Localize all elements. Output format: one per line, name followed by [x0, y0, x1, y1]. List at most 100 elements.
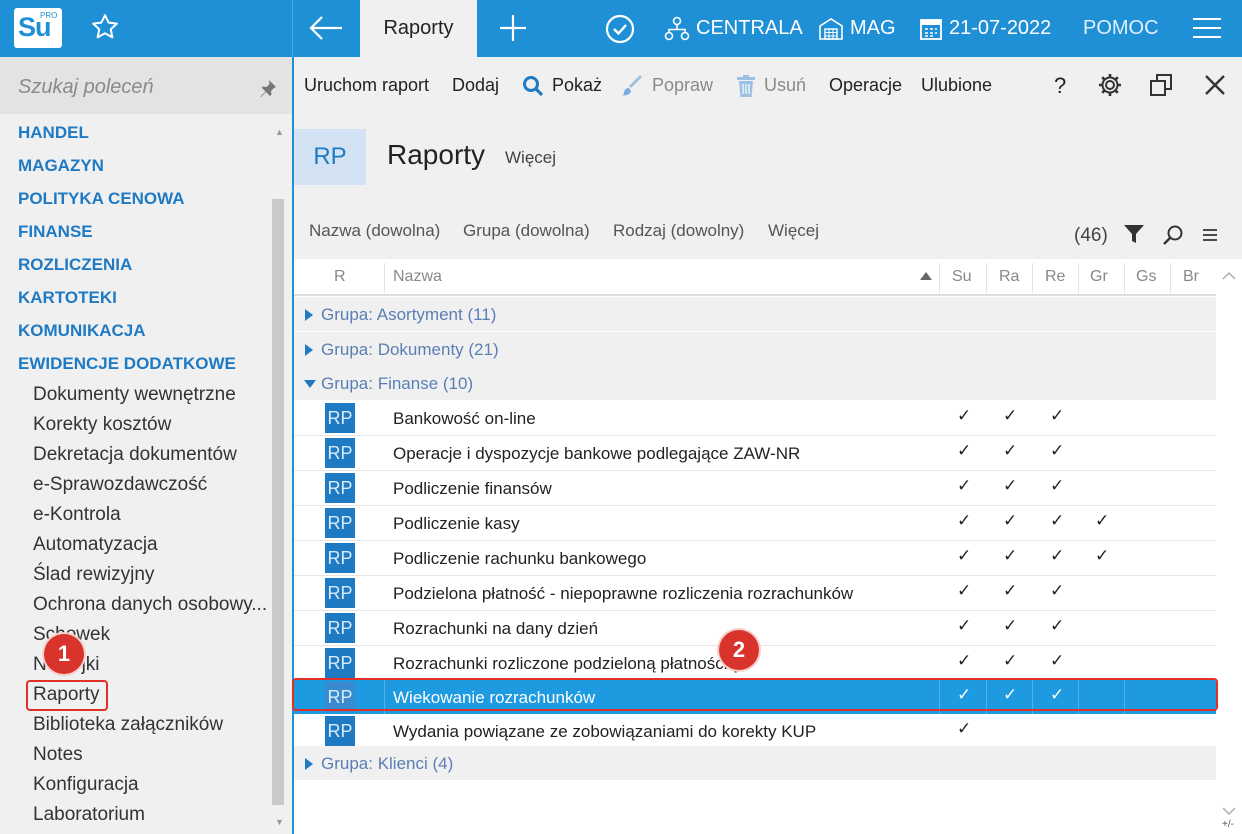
filter-more[interactable]: Więcej [768, 221, 819, 241]
nav-section-finanse[interactable]: FINANSE [18, 222, 93, 242]
col-header-r[interactable]: R [334, 268, 346, 286]
group-row-finanse[interactable]: Grupa: Finanse (10) [294, 366, 1216, 400]
nav-section-magazyn[interactable]: MAGAZYN [18, 156, 104, 176]
col-header-su[interactable]: Su [952, 268, 972, 286]
nav-section-rozliczenia[interactable]: ROZLICZENIA [18, 255, 132, 275]
nav-section-ewidencje-dodatkowe[interactable]: EWIDENCJE DODATKOWE [18, 354, 236, 374]
toolbar: Uruchom raport Dodaj Pokaż Popraw Usuń O… [294, 57, 1242, 114]
expand-collapse-toggle[interactable]: +/- [1222, 819, 1234, 830]
table-row[interactable]: RP Podliczenie rachunku bankowego ✓ ✓ ✓ … [294, 541, 1216, 575]
sort-ascending-icon[interactable] [920, 272, 932, 280]
table-row[interactable]: RP Operacje i dyspozycje bankowe podlega… [294, 436, 1216, 470]
sidebar-item-laboratorium[interactable]: Laboratorium [33, 804, 145, 826]
edit-label: Popraw [652, 75, 714, 95]
run-report-button[interactable]: Uruchom raport [304, 57, 429, 114]
list-menu-icon[interactable] [1202, 228, 1218, 247]
filter-name[interactable]: Nazwa (dowolna) [309, 221, 440, 241]
group-row-dokumenty[interactable]: Grupa: Dokumenty (21) [294, 332, 1216, 366]
search-icon[interactable] [1162, 224, 1184, 251]
chevron-up-icon[interactable] [1222, 271, 1236, 281]
expand-icon[interactable] [305, 758, 313, 770]
check-gr: ✓ [1095, 511, 1110, 530]
date-selector[interactable]: 21-07-2022 [919, 0, 1051, 57]
group-label: Grupa: Asortyment (11) [321, 305, 497, 324]
table-row[interactable]: RP Podliczenie kasy ✓ ✓ ✓ ✓ [294, 506, 1216, 540]
sidebar-item-biblioteka-zalacznikow[interactable]: Biblioteka załączników [33, 714, 223, 736]
callout-2: 2 [719, 630, 759, 670]
row-name: Podliczenie rachunku bankowego [393, 549, 647, 568]
help-link[interactable]: POMOC [1083, 0, 1159, 57]
table-scrollbar[interactable] [1216, 259, 1242, 834]
sidebar-item-slad-rewizyjny[interactable]: Ślad rewizyjny [33, 564, 154, 586]
col-header-gr[interactable]: Gr [1090, 268, 1108, 286]
group-row-klienci[interactable]: Grupa: Klienci (4) [294, 746, 1216, 780]
group-row-asortyment[interactable]: Grupa: Asortyment (11) [294, 297, 1216, 331]
operations-button[interactable]: Operacje [829, 57, 902, 114]
sidebar-item-dokumenty-wewnetrzne[interactable]: Dokumenty wewnętrzne [33, 384, 236, 406]
col-header-gs[interactable]: Gs [1136, 268, 1156, 286]
sidebar-item-dekretacja[interactable]: Dekretacja dokumentów [33, 444, 237, 466]
restore-window-icon[interactable] [1149, 73, 1173, 102]
filter-kind[interactable]: Rodzaj (dowolny) [613, 221, 744, 241]
back-arrow-icon[interactable] [306, 10, 346, 51]
sidebar-item-e-sprawozdawczosc[interactable]: e-Sprawozdawczość [33, 474, 207, 496]
expand-icon[interactable] [305, 309, 313, 321]
sidebar-item-korekty-kosztow[interactable]: Korekty kosztów [33, 414, 171, 436]
branch-selector[interactable]: CENTRALA [664, 0, 803, 57]
collapse-icon[interactable] [304, 380, 316, 388]
expand-icon[interactable] [305, 344, 313, 356]
sidebar-item-konfiguracja[interactable]: Konfiguracja [33, 774, 139, 796]
favorites-button[interactable]: Ulubione [921, 57, 992, 114]
filter-funnel-icon[interactable] [1124, 224, 1144, 249]
top-bar: Su PRO Raporty CENTRALA MAG 21-07-2022 P… [0, 0, 1242, 57]
check-circle-icon[interactable] [604, 13, 636, 50]
sidebar-item-e-kontrola[interactable]: e-Kontrola [33, 504, 121, 526]
filter-group[interactable]: Grupa (dowolna) [463, 221, 590, 241]
org-chart-icon [664, 16, 690, 41]
col-header-nazwa[interactable]: Nazwa [393, 268, 442, 286]
col-header-re[interactable]: Re [1045, 268, 1065, 286]
show-button[interactable]: Pokaż [522, 57, 602, 114]
sidebar-item-ochrona-danych[interactable]: Ochrona danych osobowy... [33, 594, 267, 616]
help-button[interactable]: ? [1054, 57, 1066, 114]
search-input[interactable] [18, 75, 248, 99]
page-title: Raporty [387, 139, 486, 170]
table-row[interactable]: RP Bankowość on-line ✓ ✓ ✓ [294, 401, 1216, 435]
col-header-br[interactable]: Br [1183, 268, 1199, 286]
star-icon[interactable] [90, 12, 120, 47]
scroll-down-arrow[interactable]: ▼ [275, 817, 284, 827]
warehouse-selector[interactable]: MAG [818, 0, 896, 57]
report-icon: RP [325, 716, 355, 746]
table-row[interactable]: RP Podliczenie finansów ✓ ✓ ✓ [294, 471, 1216, 505]
edit-button[interactable]: Popraw [622, 57, 713, 114]
check-ra: ✓ [1003, 476, 1018, 495]
header-more-link[interactable]: Więcej [505, 148, 556, 168]
hamburger-menu-icon[interactable] [1192, 14, 1222, 47]
plus-icon[interactable] [497, 12, 529, 49]
delete-button[interactable]: Usuń [736, 57, 806, 114]
app-logo[interactable]: Su PRO [14, 8, 62, 48]
add-button[interactable]: Dodaj [452, 57, 499, 114]
table-row[interactable]: RP Wydania powiązane ze zobowiązaniami d… [294, 714, 1216, 748]
settings-gear-icon[interactable] [1098, 73, 1122, 102]
nav-section-kartoteki[interactable]: KARTOTEKI [18, 288, 117, 308]
scroll-up-arrow[interactable]: ▲ [275, 127, 284, 137]
tab-raporty[interactable]: Raporty [360, 0, 477, 57]
table-row[interactable]: RP Podzielona płatność - niepoprawne roz… [294, 576, 1216, 610]
sidebar-item-notes[interactable]: Notes [33, 744, 83, 766]
pin-icon[interactable] [259, 79, 277, 102]
sidebar-scrollbar[interactable] [272, 199, 284, 805]
check-re: ✓ [1050, 406, 1065, 425]
nav-section-handel[interactable]: HANDEL [18, 123, 89, 143]
row-name: Rozrachunki rozliczone podzieloną płatno… [393, 654, 737, 673]
close-icon[interactable] [1203, 73, 1227, 102]
nav-section-komunikacja[interactable]: KOMUNIKACJA [18, 321, 146, 341]
check-su: ✓ [957, 511, 972, 530]
logo-sup: PRO [40, 11, 58, 20]
chevron-down-icon[interactable] [1222, 806, 1236, 816]
sidebar-item-automatyzacja[interactable]: Automatyzacja [33, 534, 158, 556]
divider [292, 0, 293, 57]
col-header-ra[interactable]: Ra [999, 268, 1019, 286]
nav-section-polityka-cenowa[interactable]: POLITYKA CENOWA [18, 189, 185, 209]
command-search [0, 57, 292, 114]
